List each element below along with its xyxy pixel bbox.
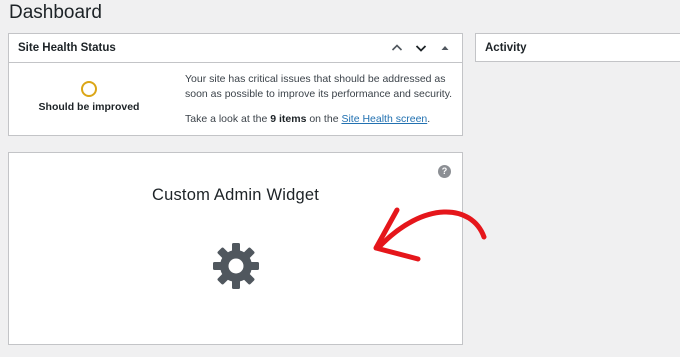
activity-header[interactable]: Activity [476, 34, 680, 61]
issue-count: 9 items [270, 113, 307, 125]
site-health-widget: Site Health Status Should be improved Yo… [8, 33, 463, 136]
chevron-down-icon [415, 45, 427, 52]
progress-ring-icon [81, 81, 97, 97]
custom-admin-widget: ? Custom Admin Widget [8, 152, 463, 345]
toggle-panel-button[interactable] [434, 37, 456, 59]
site-health-header[interactable]: Site Health Status [9, 34, 462, 63]
site-health-body: Should be improved Your site has critica… [9, 63, 462, 135]
page-title: Dashboard [9, 2, 102, 23]
activity-widget: Activity [475, 33, 680, 62]
site-health-title: Site Health Status [18, 42, 116, 54]
health-cta: Take a look at the 9 items on the Site H… [185, 113, 431, 125]
health-status-label: Should be improved [38, 101, 140, 113]
health-description: Your site has critical issues that shoul… [185, 72, 453, 127]
health-status-indicator: Should be improved [9, 81, 169, 113]
move-up-button[interactable] [386, 37, 408, 59]
caret-up-icon [441, 46, 449, 50]
chevron-up-icon [391, 44, 403, 51]
gear-icon [213, 243, 259, 289]
activity-title: Activity [485, 41, 527, 54]
site-health-screen-link[interactable]: Site Health screen [341, 113, 427, 125]
move-down-button[interactable] [410, 37, 432, 59]
widget-title: Custom Admin Widget [151, 186, 320, 204]
handle-actions [386, 37, 456, 59]
help-icon[interactable]: ? [438, 165, 451, 178]
health-message: Your site has critical issues that shoul… [185, 73, 453, 100]
